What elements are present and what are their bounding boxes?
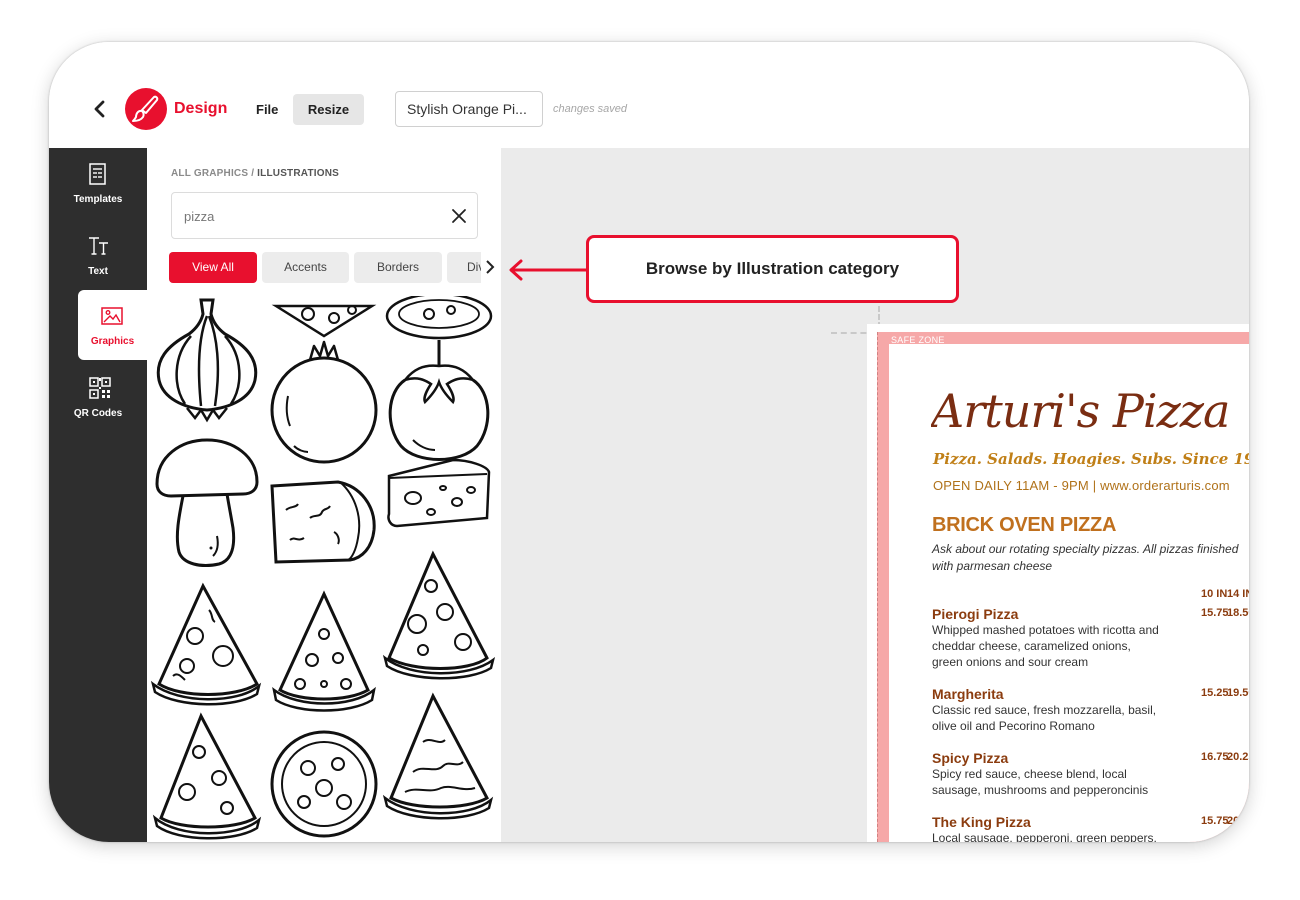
- menu-item-description: Classic red sauce, fresh mozzarella, bas…: [932, 703, 1157, 733]
- arrow-left-icon: [509, 259, 587, 281]
- brand-name: Design: [174, 100, 228, 117]
- close-icon[interactable]: [451, 208, 467, 224]
- menu-section-note[interactable]: Ask about our rotating specialty pizzas.…: [932, 541, 1249, 575]
- illustration-tile[interactable]: [268, 712, 380, 842]
- menu-item-description: Local sausage, pepperoni, green peppers,: [932, 831, 1157, 842]
- sidebar-item-label: Text: [88, 266, 108, 277]
- price-large: 18.50: [1227, 607, 1249, 619]
- size-headers: 10 IN14 IN: [1201, 588, 1249, 600]
- category-tabs: View All Accents Borders Dividers: [169, 252, 481, 283]
- pizza-slice-icon: [150, 582, 262, 706]
- sidebar-item-label: QR Codes: [73, 408, 123, 419]
- menu-item-description: Whipped mashed potatoes with ricotta and…: [932, 623, 1159, 669]
- safe-zone-label: SAFE ZONE: [891, 335, 945, 345]
- breadcrumb-separator: /: [248, 168, 258, 179]
- templates-icon: [89, 163, 106, 185]
- mushroom-icon: [155, 438, 259, 567]
- top-bar: Design File Resize Stylish Orange Pi... …: [49, 42, 1249, 148]
- illustration-tile[interactable]: [268, 448, 380, 580]
- illustration-tile[interactable]: [268, 590, 380, 722]
- cheese-wedge-icon: [387, 458, 491, 528]
- menu-item-description: Spicy red sauce, cheese blend, local sau…: [932, 767, 1149, 797]
- price-large: 20: [1227, 815, 1240, 827]
- price-large: 19.50: [1227, 687, 1249, 699]
- menu-item[interactable]: Margherita Classic red sauce, fresh mozz…: [932, 686, 1249, 734]
- price-large: 20.25: [1227, 751, 1249, 763]
- paintbrush-icon: [132, 95, 159, 122]
- sidebar-item-qr-codes[interactable]: QR Codes: [49, 362, 147, 432]
- pizza-slice-icon: [382, 692, 494, 820]
- sidebar-item-templates[interactable]: Templates: [49, 148, 147, 218]
- menu-content[interactable]: Arturi's Pizza Pizza. Salads. Hoagies. S…: [931, 384, 1249, 842]
- tab-accents[interactable]: Accents: [262, 252, 349, 283]
- price-small: 16.75: [1201, 751, 1229, 763]
- file-menu[interactable]: File: [256, 102, 278, 117]
- sidebar-item-graphics[interactable]: Graphics: [78, 290, 147, 360]
- menu-hours[interactable]: OPEN DAILY 11AM - 9PM | www.orderarturis…: [933, 478, 1230, 493]
- price-small: 15.75: [1201, 607, 1229, 619]
- brand-logo: [125, 88, 167, 130]
- tab-view-all[interactable]: View All: [169, 252, 257, 283]
- back-arrow-icon[interactable]: [89, 98, 111, 120]
- graphics-panel: ALL GRAPHICS / ILLUSTRATIONS View All Ac…: [147, 148, 501, 842]
- pizza-whole-icon: [270, 730, 378, 838]
- menu-item[interactable]: Spicy Pizza Spicy red sauce, cheese blen…: [932, 750, 1249, 798]
- search-input[interactable]: [184, 205, 434, 227]
- qr-code-icon: [89, 377, 111, 399]
- menu-item-prices: 15.7520: [1201, 815, 1249, 827]
- illustration-tile[interactable]: [151, 296, 263, 428]
- illustration-tile[interactable]: [151, 712, 263, 842]
- sidebar-item-label: Templates: [73, 194, 123, 205]
- illustration-tile[interactable]: [150, 580, 263, 712]
- text-icon: [89, 237, 108, 255]
- breadcrumb-root[interactable]: ALL GRAPHICS: [171, 168, 248, 179]
- menu-section-title[interactable]: BRICK OVEN PIZZA: [932, 514, 1116, 537]
- tab-dividers[interactable]: Dividers: [447, 252, 481, 283]
- price-small: 15.75: [1201, 815, 1229, 827]
- sidebar-item-label: Graphics: [90, 336, 135, 347]
- size-large-label[interactable]: 14 IN: [1227, 588, 1249, 600]
- left-sidebar: Templates Text Graphics QR Codes: [49, 148, 147, 842]
- pizza-slice-icon: [382, 550, 496, 680]
- cheese-wheel-icon: [270, 480, 376, 564]
- breadcrumb: ALL GRAPHICS / ILLUSTRATIONS: [171, 168, 339, 179]
- menu-item[interactable]: The King Pizza Local sausage, pepperoni,…: [932, 814, 1249, 842]
- menu-item-prices: 16.7520.25: [1201, 751, 1249, 763]
- document-title-field[interactable]: Stylish Orange Pi...: [395, 91, 543, 127]
- illustration-tile[interactable]: [151, 436, 263, 568]
- illustration-tile[interactable]: [382, 550, 496, 682]
- size-small-label[interactable]: 10 IN: [1201, 588, 1227, 600]
- menu-item-prices: 15.2519.50: [1201, 687, 1249, 699]
- pizza-slice-icon: [272, 590, 376, 712]
- illustration-tile[interactable]: [383, 426, 495, 558]
- price-small: 15.25: [1201, 687, 1229, 699]
- save-status: changes saved: [553, 103, 627, 115]
- menu-tagline[interactable]: Pizza. Salads. Hoagies. Subs. Since 1982…: [933, 450, 1249, 468]
- breadcrumb-current: ILLUSTRATIONS: [257, 168, 340, 179]
- illustration-tile[interactable]: [382, 692, 495, 824]
- search-box: [171, 192, 478, 239]
- menu-item[interactable]: Pierogi Pizza Whipped mashed potatoes wi…: [932, 606, 1249, 670]
- pizza-slice-icon: [152, 712, 262, 840]
- callout-box: Browse by Illustration category: [586, 235, 959, 303]
- menu-item-prices: 15.7518.50: [1201, 607, 1249, 619]
- sidebar-item-text[interactable]: Text: [49, 220, 147, 290]
- chevron-right-icon[interactable]: [484, 259, 496, 275]
- garlic-icon: [156, 298, 258, 423]
- design-canvas: Browse by Illustration category SAFE ZON…: [501, 148, 1249, 842]
- tab-borders[interactable]: Borders: [354, 252, 442, 283]
- app-window: Design File Resize Stylish Orange Pi... …: [49, 42, 1249, 842]
- illustration-grid: [147, 296, 501, 842]
- resize-button[interactable]: Resize: [293, 94, 364, 125]
- graphics-icon: [101, 307, 123, 325]
- menu-title[interactable]: Arturi's Pizza: [931, 384, 1230, 438]
